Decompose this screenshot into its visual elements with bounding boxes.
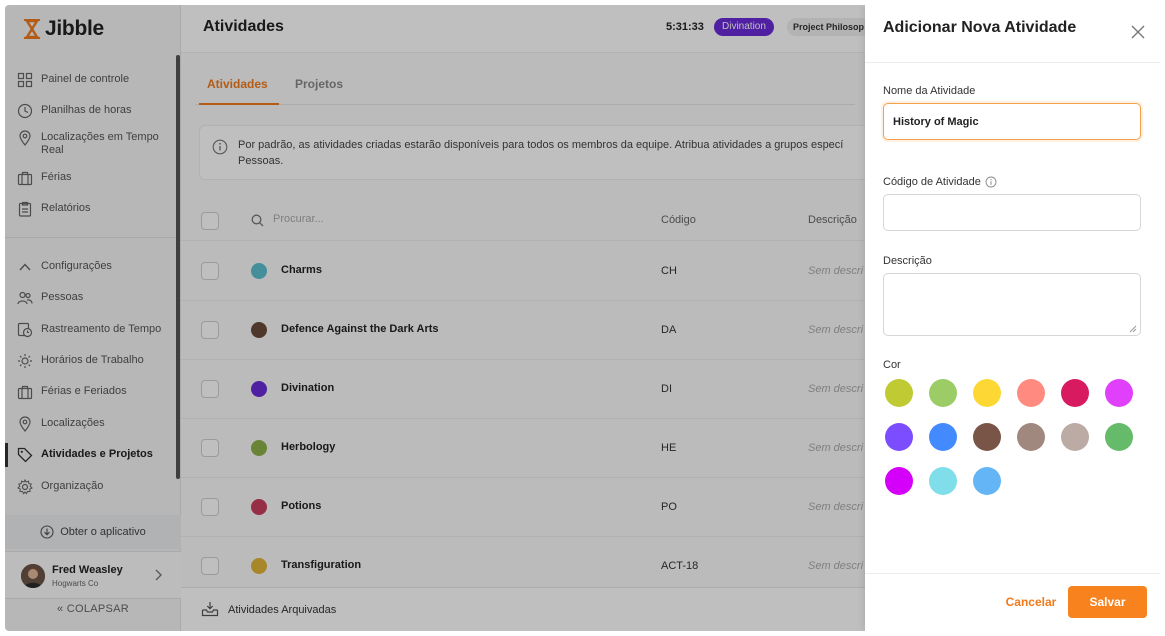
cancel-button[interactable]: Cancelar [1000,587,1062,617]
color-swatch[interactable] [929,467,957,495]
color-swatch[interactable] [885,379,913,407]
color-label-text: Cor [883,359,901,371]
activity-code-label: Código de Atividade [883,176,997,188]
drawer-footer-divider [865,573,1160,574]
color-swatch[interactable] [885,423,913,451]
activity-code-label-text: Código de Atividade [883,176,981,188]
color-label: Cor [883,359,901,371]
color-swatch[interactable] [885,467,913,495]
color-swatch[interactable] [1061,379,1089,407]
color-swatch[interactable] [1061,423,1089,451]
activity-name-input[interactable] [883,103,1141,140]
close-icon[interactable] [1129,23,1147,41]
color-swatch[interactable] [1017,379,1045,407]
app-window: Jibble Painel de controle Planilhas de h… [5,5,1160,631]
drawer-divider [865,62,1160,63]
color-swatch[interactable] [973,379,1001,407]
activity-name-label: Nome da Atividade [883,85,975,97]
activity-code-input[interactable] [883,194,1141,231]
description-label-text: Descrição [883,255,932,267]
description-textarea[interactable] [883,273,1141,336]
color-swatch[interactable] [1017,423,1045,451]
color-swatch[interactable] [973,467,1001,495]
color-swatch[interactable] [1105,423,1133,451]
save-button[interactable]: Salvar [1068,586,1147,618]
color-swatch[interactable] [929,379,957,407]
modal-backdrop[interactable] [5,5,865,631]
color-swatch[interactable] [1105,379,1133,407]
color-swatch[interactable] [929,423,957,451]
description-label: Descrição [883,255,932,267]
activity-name-label-text: Nome da Atividade [883,85,976,97]
info-icon[interactable] [985,176,997,188]
add-activity-drawer: Adicionar Nova Atividade Nome da Ativida… [865,5,1160,631]
resize-grip-icon[interactable] [1129,325,1137,333]
drawer-title: Adicionar Nova Atividade [883,19,1077,36]
color-swatch[interactable] [973,423,1001,451]
